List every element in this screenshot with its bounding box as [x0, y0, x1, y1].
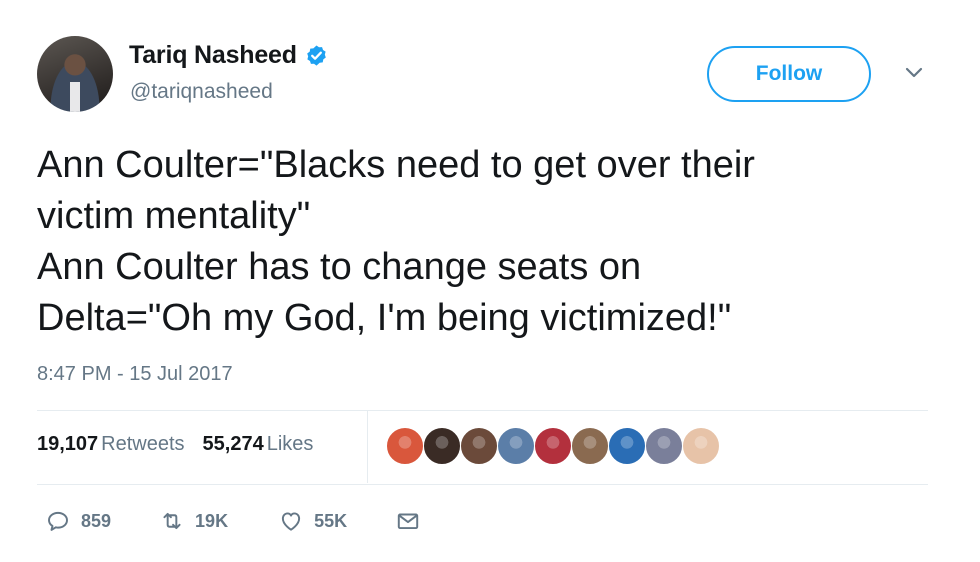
author-name-row: Tariq Nasheed: [129, 41, 328, 70]
reply-count: 859: [81, 510, 112, 531]
like-count: 55K: [314, 510, 348, 531]
retweets-stat[interactable]: 19,107 Retweets: [37, 433, 185, 456]
liker-avatar-7[interactable]: [608, 427, 646, 465]
author-handle[interactable]: @tariqnasheed: [130, 80, 273, 104]
tweet-text: Ann Coulter="Blacks need to get over the…: [37, 140, 937, 344]
stats-separator: [367, 411, 368, 483]
tweet-line: Ann Coulter has to change seats on: [37, 246, 642, 288]
liker-avatar-5[interactable]: [534, 427, 572, 465]
verified-badge-icon: [307, 45, 326, 66]
follow-button[interactable]: Follow: [707, 46, 871, 102]
heart-icon: [281, 512, 301, 531]
action-bar: 859 19K 55K: [45, 508, 421, 534]
retweet-action[interactable]: 19K: [159, 508, 228, 534]
tweet-line: victim mentality": [37, 195, 311, 237]
engagement-stats: 19,107 Retweets 55,274 Likes: [37, 433, 313, 456]
reply-action[interactable]: 859: [45, 508, 111, 534]
retweet-icon: [163, 512, 181, 530]
author-avatar[interactable]: [37, 36, 113, 112]
author-display-name[interactable]: Tariq Nasheed: [129, 41, 297, 70]
liker-avatar-4[interactable]: [497, 427, 535, 465]
divider-bottom: [37, 484, 928, 485]
likes-label: Likes: [266, 433, 314, 455]
likes-count: 55,274: [202, 433, 264, 455]
like-action[interactable]: 55K: [278, 508, 347, 534]
liker-avatar-1[interactable]: [386, 427, 424, 465]
divider-top: [37, 410, 928, 411]
chevron-down-icon[interactable]: [904, 66, 924, 80]
envelope-icon: [397, 513, 419, 530]
liker-avatar-3[interactable]: [460, 427, 498, 465]
avatar-shirt: [70, 82, 80, 112]
retweet-count: 19K: [195, 510, 229, 531]
likes-stat[interactable]: 55,274 Likes: [203, 433, 314, 456]
liker-avatars: [386, 427, 720, 465]
tweet-line: Ann Coulter="Blacks need to get over the…: [37, 144, 755, 186]
liker-avatar-9[interactable]: [682, 427, 720, 465]
direct-message-action[interactable]: [395, 508, 421, 534]
tweet-line: Delta="Oh my God, I'm being victimized!": [37, 297, 732, 339]
liker-avatar-6[interactable]: [571, 427, 609, 465]
tweet-timestamp[interactable]: 8:47 PM - 15 Jul 2017: [37, 363, 233, 386]
liker-avatar-2[interactable]: [423, 427, 461, 465]
liker-avatar-8[interactable]: [645, 427, 683, 465]
reply-icon: [48, 511, 68, 531]
retweets-count: 19,107: [37, 433, 99, 455]
retweets-label: Retweets: [101, 433, 185, 455]
